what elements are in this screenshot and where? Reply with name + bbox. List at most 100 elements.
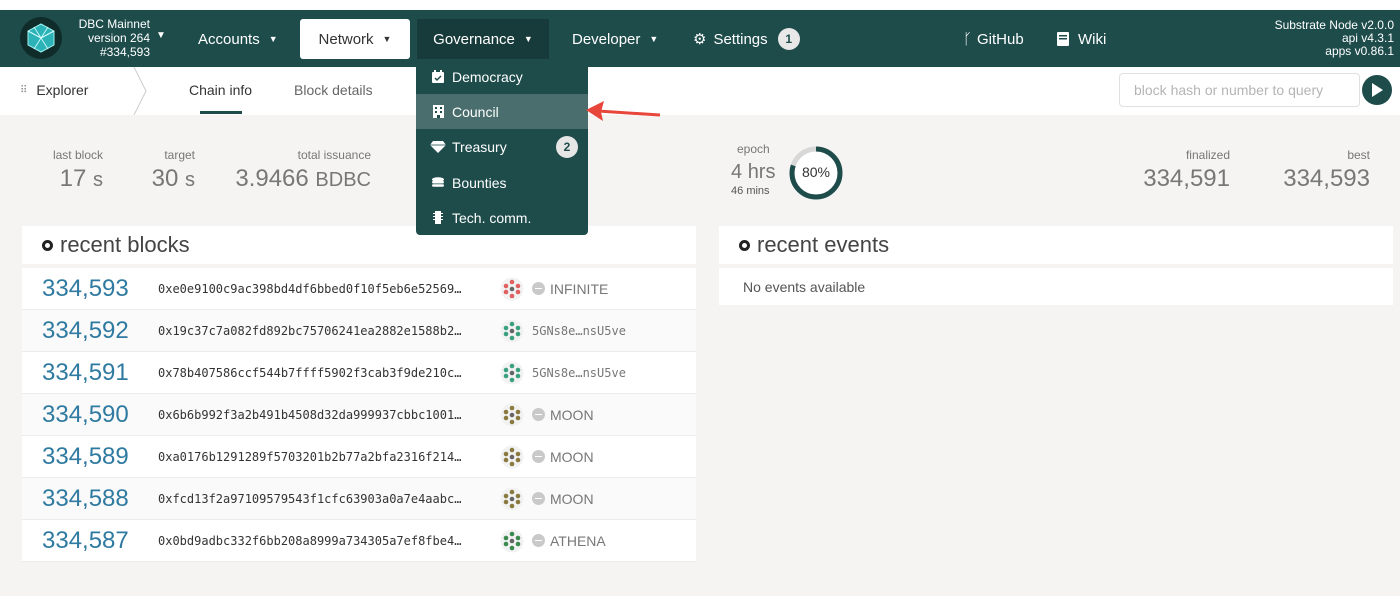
identicon-icon <box>500 361 524 384</box>
menu-item-label: Treasury <box>452 138 507 155</box>
nav-network-label: Network <box>318 30 374 48</box>
chain-logo[interactable] <box>20 17 62 59</box>
minus-circle-icon <box>532 450 545 463</box>
active-tab-indicator <box>200 111 242 114</box>
stat-value: 17 <box>59 165 87 192</box>
block-number-link[interactable]: 334,589 <box>22 443 158 471</box>
chevron-down-icon: ▼ <box>523 34 533 44</box>
nav-developer[interactable]: Developer ▼ <box>572 19 658 59</box>
grid-icon: ⠿ <box>20 84 28 96</box>
menu-item-democracy[interactable]: Democracy <box>416 59 588 94</box>
nav-settings[interactable]: ⚙ Settings 1 <box>693 19 800 59</box>
nav-settings-label: Settings <box>713 30 768 48</box>
block-author[interactable]: MOON <box>500 445 594 469</box>
author-name: ATHENA <box>550 532 606 549</box>
bullet-icon <box>42 239 53 251</box>
identicon-icon <box>500 277 524 300</box>
block-number-link[interactable]: 334,592 <box>22 317 158 345</box>
epoch-minutes: 46 <box>731 185 744 197</box>
block-query-input[interactable] <box>1119 73 1360 107</box>
nav-network[interactable]: Network ▼ <box>300 19 410 59</box>
stat-total-issuance: total issuance 3.9466 BDBC <box>230 148 371 193</box>
block-number-link[interactable]: 334,593 <box>22 275 158 303</box>
block-author[interactable]: 5GNs8e…nsU5ve <box>500 361 626 385</box>
explorer-section[interactable]: ⠿ Explorer <box>20 82 88 98</box>
nav-github[interactable]: ᚴ GitHub <box>963 19 1024 59</box>
menu-item-treasury[interactable]: Treasury 2 <box>416 129 588 164</box>
stat-label: target <box>164 148 195 162</box>
block-hash: 0xa0176b1291289f5703201b2b77a2bfa2316f21… <box>158 449 462 464</box>
recent-blocks-list: 334,593 0xe0e9100c9ac398bd4df6bbed0f10f5e… <box>22 268 696 562</box>
stat-unit: s <box>185 169 195 191</box>
block-number-link[interactable]: 334,587 <box>22 527 158 555</box>
chevron-down-icon: ▼ <box>649 34 659 44</box>
block-number-link[interactable]: 334,591 <box>22 359 158 387</box>
nav-wiki-label: Wiki <box>1078 30 1107 48</box>
author-name: 5GNs8e…nsU5ve <box>532 323 626 338</box>
recent-events-title: recent events <box>757 232 890 257</box>
menu-item-label: Democracy <box>452 68 523 85</box>
chain-name: DBC Mainnet <box>78 17 150 31</box>
block-author[interactable]: 5GNs8e…nsU5ve <box>500 319 626 343</box>
block-author[interactable]: INFINITE <box>500 277 608 301</box>
nav-developer-label: Developer <box>572 30 641 48</box>
nav-github-label: GitHub <box>977 30 1024 48</box>
author-name: MOON <box>550 406 594 423</box>
stat-label: best <box>1347 148 1370 162</box>
menu-item-tech-comm[interactable]: Tech. comm. <box>416 200 588 235</box>
block-number-link[interactable]: 334,588 <box>22 485 158 513</box>
table-row: 334,589 0xa0176b1291289f5703201b2b77a2bfa… <box>22 436 696 478</box>
table-row: 334,590 0x6b6b992f3a2b491b4508d32da999937… <box>22 394 696 436</box>
tab-chain-info[interactable]: Chain info <box>189 82 252 98</box>
stat-value: 334,593 <box>1283 165 1370 192</box>
recent-blocks-header: recent blocks <box>22 226 696 264</box>
menu-item-bounties[interactable]: Bounties <box>416 165 588 200</box>
epoch-progress-label: 80% <box>801 164 831 180</box>
minus-circle-icon <box>532 492 545 505</box>
chevron-down-icon: ▼ <box>268 34 278 44</box>
block-hash: 0x19c37c7a082fd892bc75706241ea2882e1588b… <box>158 323 462 338</box>
top-strip <box>0 0 1400 10</box>
nav-accounts-label: Accounts <box>198 30 260 48</box>
query-submit-button[interactable] <box>1362 75 1392 105</box>
identicon-icon <box>500 319 524 342</box>
book-icon <box>1057 32 1069 46</box>
stat-finalized: finalized 334,591 <box>1130 148 1230 193</box>
block-hash: 0xfcd13f2a97109579543f1cfc63903a0a7e4aab… <box>158 491 462 506</box>
author-name: MOON <box>550 490 594 507</box>
menu-item-council[interactable]: Council <box>416 94 588 129</box>
nav-governance-label: Governance <box>433 30 515 48</box>
epoch-hours-unit: hrs <box>747 161 776 183</box>
nav-governance[interactable]: Governance ▼ <box>417 19 549 59</box>
gears-icon: ⚙ <box>693 31 707 48</box>
menu-item-label: Tech. comm. <box>452 209 532 226</box>
annotation-arrow <box>586 101 661 121</box>
recent-events-header: recent events <box>719 226 1393 264</box>
settings-badge: 1 <box>777 28 800 50</box>
block-number-link[interactable]: 334,590 <box>22 401 158 429</box>
explorer-label: Explorer <box>36 82 89 98</box>
apps-version: apps v0.86.1 <box>1325 44 1394 58</box>
bullet-icon <box>739 239 750 251</box>
tab-block-details[interactable]: Block details <box>294 82 373 98</box>
minus-circle-icon <box>532 282 545 295</box>
stat-last-block: last block 17 s <box>30 148 103 193</box>
calendar-check-icon <box>430 70 446 83</box>
stat-unit: s <box>93 169 103 191</box>
minus-circle-icon <box>532 408 545 421</box>
top-navigation-bar: DBC Mainnet version 264 #334,593 ▼ Accou… <box>0 10 1400 67</box>
identicon-icon <box>500 487 524 510</box>
nav-accounts[interactable]: Accounts ▼ <box>198 19 278 59</box>
play-icon <box>1372 83 1383 97</box>
block-author[interactable]: MOON <box>500 487 594 511</box>
stat-label: total issuance <box>297 148 371 162</box>
building-icon <box>430 105 446 118</box>
block-author[interactable]: MOON <box>500 403 594 427</box>
identicon-icon <box>500 403 524 426</box>
author-name: 5GNs8e…nsU5ve <box>532 365 626 380</box>
stat-target: target 30 s <box>130 148 195 193</box>
stat-label: last block <box>52 148 103 162</box>
nav-wiki[interactable]: Wiki <box>1057 19 1106 59</box>
chain-selector[interactable]: DBC Mainnet version 264 #334,593 <box>70 17 150 59</box>
block-author[interactable]: ATHENA <box>500 529 606 553</box>
